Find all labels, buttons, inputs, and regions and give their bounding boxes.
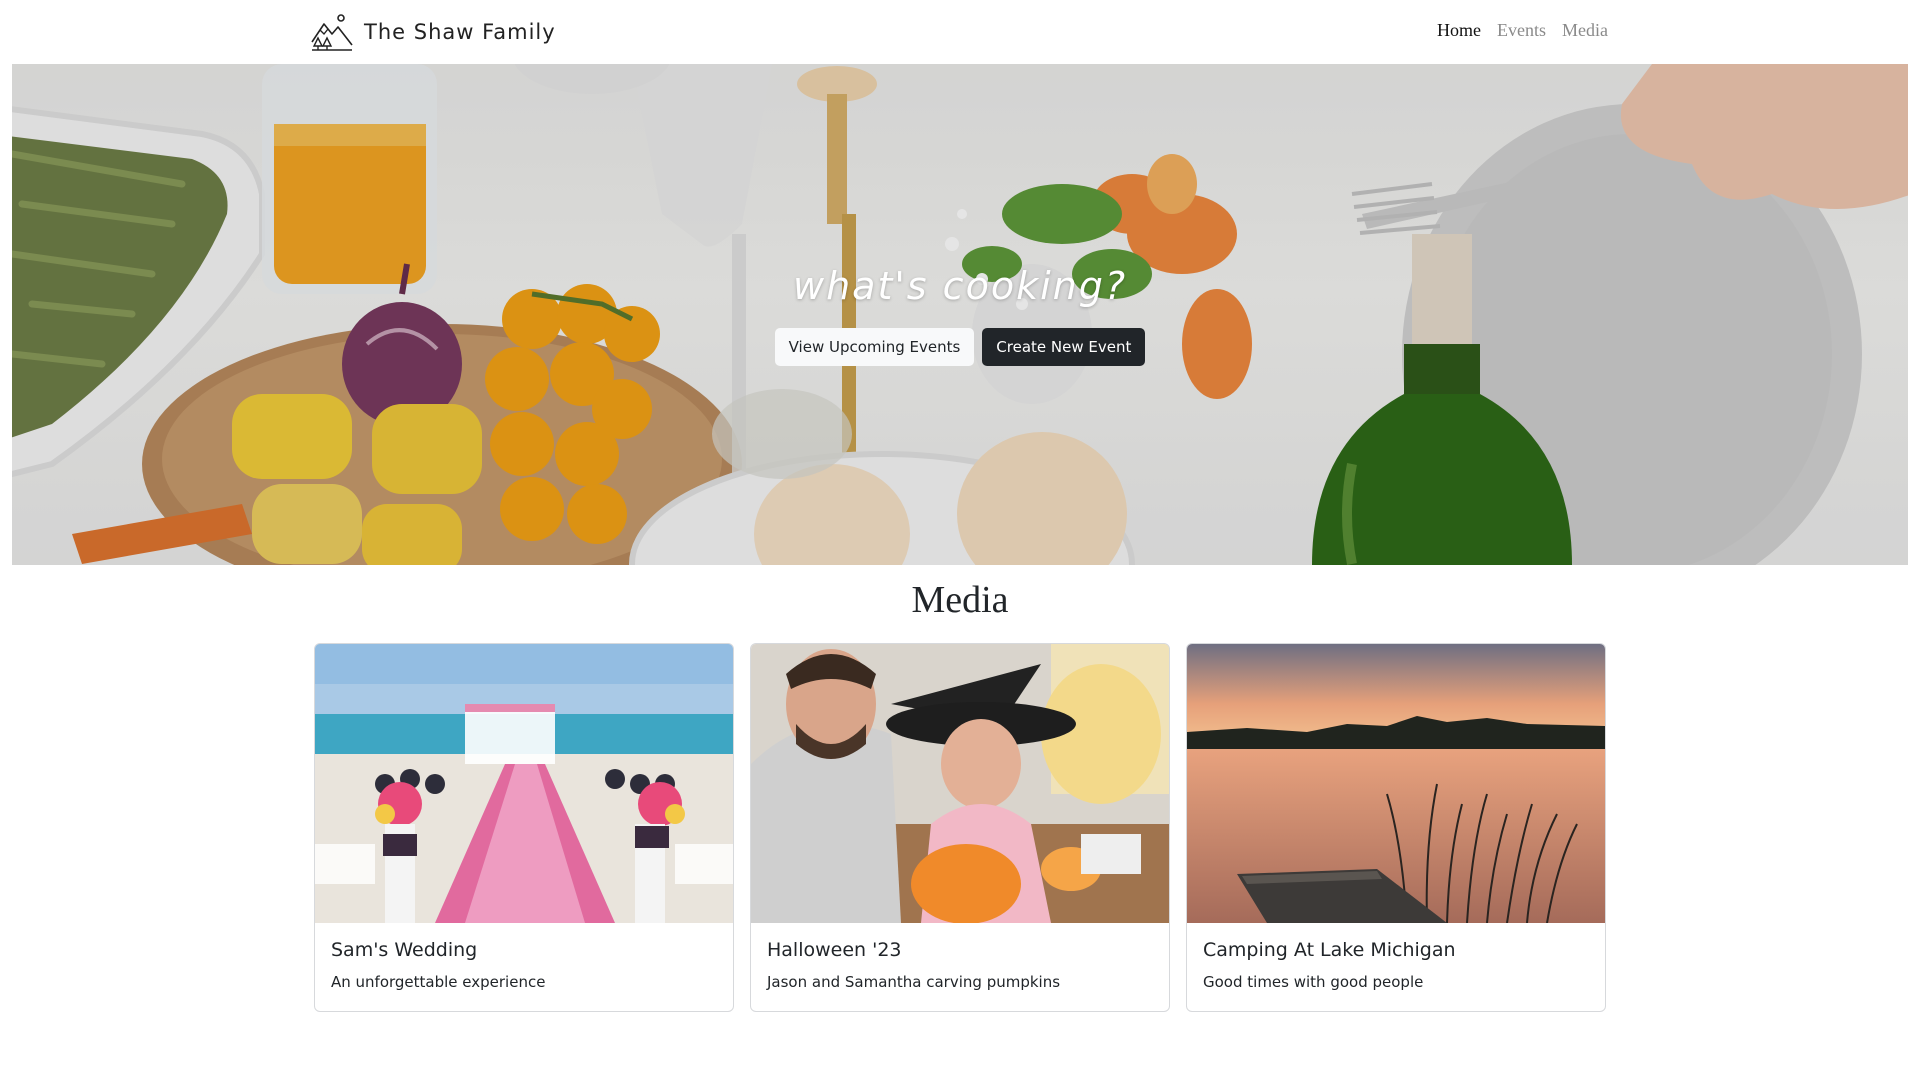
media-card-halloween[interactable]: Halloween '23 Jason and Samantha carving… [750, 643, 1170, 1012]
hero-title: what's cooking? [793, 264, 1127, 308]
media-card-wedding[interactable]: Sam's Wedding An unforgettable experienc… [314, 643, 734, 1012]
card-body: Halloween '23 Jason and Samantha carving… [751, 923, 1169, 991]
card-text: An unforgettable experience [331, 973, 546, 991]
hero-overlay [12, 64, 1908, 565]
nav-link-events[interactable]: Events [1497, 20, 1546, 41]
card-body: Camping At Lake Michigan Good times with… [1187, 923, 1605, 991]
view-upcoming-events-button[interactable]: View Upcoming Events [774, 328, 975, 366]
nav-link-media[interactable]: Media [1562, 20, 1608, 41]
card-text: Good times with good people [1203, 973, 1424, 991]
media-section-title: Media [911, 579, 1009, 621]
nav-link-home[interactable]: Home [1437, 20, 1481, 41]
hero-button-group: View Upcoming Events Create New Event [12, 328, 1908, 366]
main-nav: Home Events Media [1437, 20, 1608, 41]
brand-name: The Shaw Family [364, 20, 556, 44]
lake-sunset-photo [1187, 644, 1605, 923]
card-body: Sam's Wedding An unforgettable experienc… [315, 923, 733, 991]
create-new-event-button[interactable]: Create New Event [982, 328, 1146, 366]
card-text: Jason and Samantha carving pumpkins [767, 973, 1061, 991]
media-card-list: Sam's Wedding An unforgettable experienc… [314, 643, 1606, 1012]
halloween-pumpkin-photo [751, 644, 1169, 923]
hero-banner: what's cooking? View Upcoming Events Cre… [12, 64, 1908, 565]
mountains-trees-icon [311, 14, 353, 51]
card-title: Sam's Wedding [331, 939, 478, 961]
card-title: Halloween '23 [767, 939, 902, 961]
brand-link[interactable]: The Shaw Family [310, 12, 556, 52]
wedding-beach-photo [315, 644, 733, 923]
top-navbar: The Shaw Family Home Events Media [0, 0, 1920, 64]
card-title: Camping At Lake Michigan [1203, 939, 1456, 961]
media-card-camping[interactable]: Camping At Lake Michigan Good times with… [1186, 643, 1606, 1012]
